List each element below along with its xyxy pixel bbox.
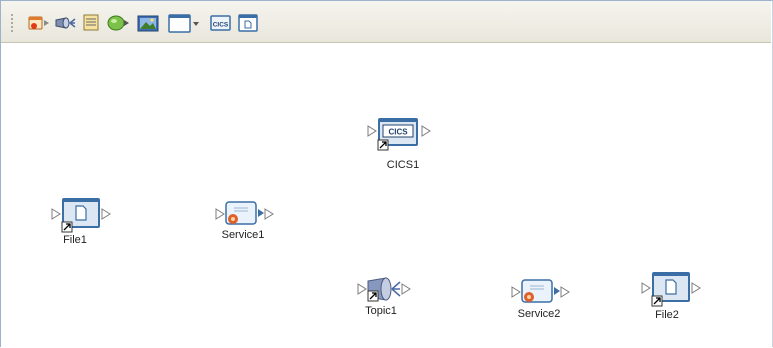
service1-node[interactable]	[214, 199, 284, 229]
service-node-icon	[511, 279, 570, 303]
topic-icon	[55, 17, 76, 29]
service-tool-button[interactable]	[105, 12, 131, 34]
file2-label[interactable]: File2	[655, 309, 679, 321]
service-icon	[107, 15, 129, 31]
service2-label[interactable]: Service2	[518, 308, 561, 320]
cics-tool-button[interactable]: CICS	[209, 12, 233, 34]
service-node-icon	[215, 201, 274, 225]
topic-tool-button[interactable]	[52, 12, 78, 34]
file-node-icon	[641, 272, 701, 307]
topic-node-icon	[357, 277, 411, 302]
image-icon	[137, 15, 159, 32]
file-node-icon	[51, 198, 111, 233]
toolbar-grip[interactable]	[10, 13, 14, 33]
cics1-node[interactable]: CICS	[366, 116, 436, 156]
cics-icon: CICS	[210, 15, 231, 31]
service1-label[interactable]: Service1	[222, 229, 265, 241]
window-dropdown-button[interactable]	[167, 12, 201, 34]
topic1-label[interactable]: Topic1	[365, 305, 397, 317]
window-dropdown-icon	[168, 14, 199, 33]
file-window-icon	[238, 14, 258, 32]
topic1-node[interactable]	[356, 275, 426, 305]
file1-label[interactable]: File1	[63, 234, 87, 246]
file1-node[interactable]	[50, 196, 120, 236]
svg-text:CICS: CICS	[213, 22, 229, 29]
queue-icon	[83, 14, 99, 31]
queue-tool-button[interactable]	[81, 12, 103, 34]
cics1-label[interactable]: CICS1	[387, 159, 419, 171]
svg-text:CICS: CICS	[388, 128, 408, 137]
palette-toolbar: CICS	[1, 1, 771, 43]
service2-node[interactable]	[510, 277, 580, 307]
file-adapter-icon	[28, 16, 49, 30]
file-tool-button[interactable]	[26, 12, 52, 34]
file2-node[interactable]	[640, 270, 710, 310]
file-window-tool-button[interactable]	[237, 12, 261, 34]
image-tool-button[interactable]	[136, 12, 162, 34]
cics-node-icon: CICS	[367, 118, 431, 151]
